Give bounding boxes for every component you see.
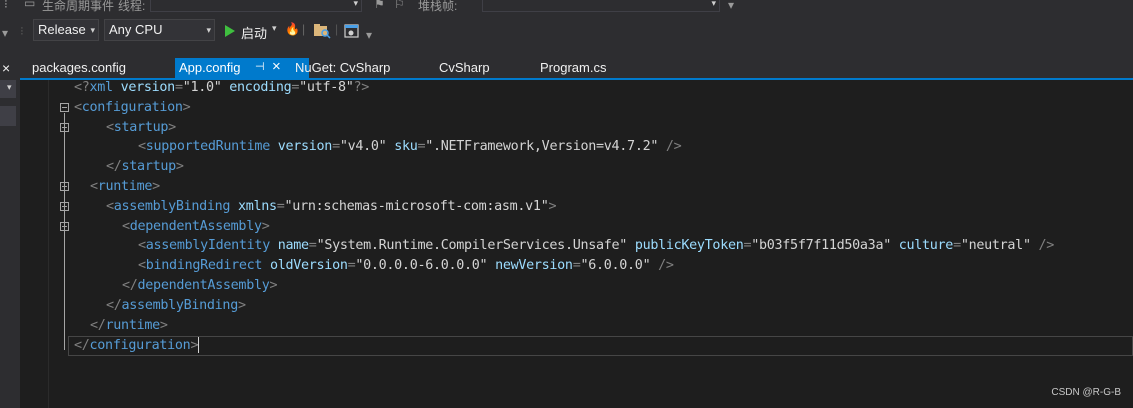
code-line-3[interactable]: <startup> [106, 118, 176, 138]
toolbar-overflow-icon[interactable]: ▾ [366, 28, 372, 42]
side-panel: × ▾ [0, 58, 20, 408]
toolbar-grip: ⁝ [20, 24, 24, 38]
code-line-2[interactable]: <configuration> [74, 98, 191, 118]
close-icon[interactable]: × [272, 57, 281, 76]
play-icon [225, 25, 235, 37]
code-line-6[interactable]: <runtime> [90, 177, 160, 197]
toolbar-separator: | [302, 22, 306, 36]
flag-icon[interactable]: ⚑ [374, 0, 385, 11]
collapse-icon[interactable] [60, 123, 69, 132]
start-label: 启动 [241, 26, 268, 41]
tab-label: NuGet: CvSharp [295, 60, 391, 75]
code-line-1[interactable]: <?xml version="1.0" encoding="utf-8"?> [74, 78, 369, 98]
chevron-down-icon: ▾ [272, 23, 277, 33]
debug-toolbar: ⁝ ▭ 生命周期事件 线程: ▾ ⚑ ⚐ 堆栈帧: ▾ ▾ [0, 0, 1133, 16]
tab-label: CvSharp [439, 60, 490, 75]
tab-cvsharp[interactable]: CvSharp [427, 58, 517, 78]
lifecycle-icon[interactable]: ▭ [24, 0, 35, 10]
toolbar-grip: ⁝ [4, 0, 8, 11]
toolbar-overflow-left-icon[interactable]: ▾ [2, 26, 8, 40]
window-icon[interactable] [344, 23, 360, 39]
configuration-value: Release [38, 22, 86, 37]
collapse-icon[interactable] [60, 103, 69, 112]
tab-label: App.config [179, 60, 241, 75]
solution-configuration-dropdown[interactable]: Release ▾ [33, 19, 99, 41]
tab-nuget-cvsharp[interactable]: NuGet: CvSharp [283, 58, 413, 78]
outline-guide [64, 113, 65, 350]
tab-program-cs[interactable]: Program.cs [528, 58, 638, 78]
standard-toolbar: ▾ ⁝ Release ▾ Any CPU ▾ 启动 ▾ 🔥 | | ▾ [0, 16, 1133, 58]
collapse-icon[interactable] [60, 202, 69, 211]
code-line-13[interactable]: </runtime> [90, 316, 168, 336]
thread-dropdown[interactable]: ▾ [150, 0, 362, 12]
chevron-down-icon: ▾ [206, 25, 211, 35]
watermark: CSDN @R-G-B [1051, 387, 1121, 398]
current-line-highlight [68, 336, 1133, 356]
stack-frame-dropdown[interactable]: ▾ [482, 0, 720, 12]
toolbar-separator: | [335, 22, 339, 36]
solution-platform-dropdown[interactable]: Any CPU ▾ [104, 19, 215, 41]
hot-reload-icon[interactable]: 🔥 [285, 22, 300, 36]
chevron-down-icon: ▾ [7, 82, 12, 92]
code-line-5[interactable]: </startup> [106, 157, 184, 177]
folder-search-icon[interactable] [313, 23, 331, 39]
editor-margin [20, 80, 49, 408]
code-line-4[interactable]: <supportedRuntime version="v4.0" sku=".N… [138, 137, 682, 157]
close-icon[interactable]: × [2, 60, 10, 76]
document-tabs: packages.config App.config ⊣ × NuGet: Cv… [20, 58, 1133, 78]
chevron-down-icon: ▾ [90, 25, 95, 35]
tab-label: packages.config [32, 60, 126, 75]
code-line-10[interactable]: <bindingRedirect oldVersion="0.0.0.0-6.0… [138, 256, 674, 276]
tab-label: Program.cs [540, 60, 607, 75]
code-line-9[interactable]: <assemblyIdentity name="System.Runtime.C… [138, 236, 1054, 256]
tab-packages-config[interactable]: packages.config [20, 58, 170, 78]
collapse-icon[interactable] [60, 182, 69, 191]
flag-filter-icon[interactable]: ⚐ [394, 0, 405, 11]
stack-frame-label: 堆栈帧: [418, 0, 458, 13]
lifecycle-events-label[interactable]: 生命周期事件 [42, 0, 114, 14]
code-line-8[interactable]: <dependentAssembly> [122, 217, 270, 237]
toolbar-overflow-icon[interactable]: ▾ [728, 0, 734, 12]
text-cursor [198, 337, 200, 353]
code-line-7[interactable]: <assemblyBinding xmlns="urn:schemas-micr… [106, 197, 557, 217]
code-line-12[interactable]: </assemblyBinding> [106, 296, 246, 316]
platform-value: Any CPU [109, 22, 163, 37]
thread-label: 线程: [118, 0, 146, 13]
side-panel-item[interactable] [0, 106, 16, 126]
collapse-icon[interactable] [60, 222, 69, 231]
side-panel-dropdown[interactable]: ▾ [0, 80, 16, 98]
code-line-11[interactable]: </dependentAssembly> [122, 276, 278, 296]
code-line-14[interactable]: </configuration> [74, 336, 200, 356]
pin-icon[interactable]: ⊣ [255, 58, 265, 77]
